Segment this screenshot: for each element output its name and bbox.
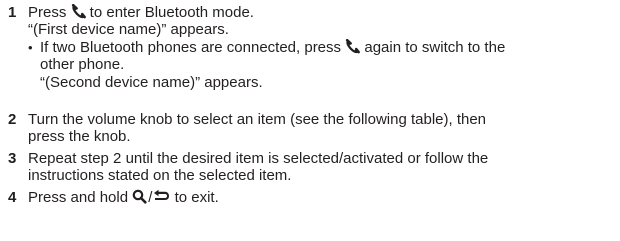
step-text-segment: to exit.: [170, 189, 219, 206]
step-number: 4: [8, 189, 17, 206]
step-number: 1: [8, 4, 17, 21]
step-text: Press to enter Bluetooth mode.: [28, 4, 618, 21]
step-number: 2: [8, 111, 17, 128]
step-text-line: Turn the volume knob to select an item (…: [28, 111, 487, 128]
step-text: Press and hold / to exit.: [28, 189, 618, 206]
bullet-item: • If two Bluetooth phones are connected,…: [28, 39, 505, 91]
bullet-text: If two Bluetooth phones are connected, p…: [40, 39, 505, 91]
icon-separator: /: [148, 189, 153, 206]
step-3: 3 Repeat step 2 until the desired item i…: [8, 150, 618, 185]
instruction-document: 1 Press to enter Bluetooth mode. “(First…: [0, 0, 620, 241]
bullet-text-segment: again to switch to the: [360, 39, 506, 56]
step-text-line: instructions stated on the selected item…: [28, 167, 292, 185]
phone-icon: [345, 39, 361, 54]
search-icon: [132, 189, 147, 204]
step-2: 2 Turn the volume knob to select an item…: [8, 111, 618, 146]
step-note: “(First device name)” appears.: [28, 21, 229, 38]
step-text: Turn the volume knob to select an item (…: [28, 111, 618, 146]
step-1: 1 Press to enter Bluetooth mode.: [8, 4, 618, 21]
step-text-segment: Press: [28, 4, 71, 21]
step-text: Repeat step 2 until the desired item is …: [28, 150, 618, 185]
step-text-segment: Press and hold: [28, 189, 133, 206]
step-4: 4 Press and hold / to exit.: [8, 189, 618, 206]
step-text-line: Repeat step 2 until the desired item is …: [28, 150, 489, 167]
step-text-line: press the knob.: [28, 128, 131, 146]
bullet-text-line: “(Second device name)” appears.: [40, 73, 263, 91]
back-arrow-icon: [153, 189, 170, 204]
bullet-text-segment: If two Bluetooth phones are connected, p…: [40, 39, 346, 56]
step-text-segment: to enter Bluetooth mode.: [85, 4, 254, 21]
bullet-dot: •: [28, 40, 33, 55]
step-number: 3: [8, 150, 17, 167]
phone-icon: [71, 4, 86, 19]
bullet-text-line: other phone.: [40, 56, 125, 74]
